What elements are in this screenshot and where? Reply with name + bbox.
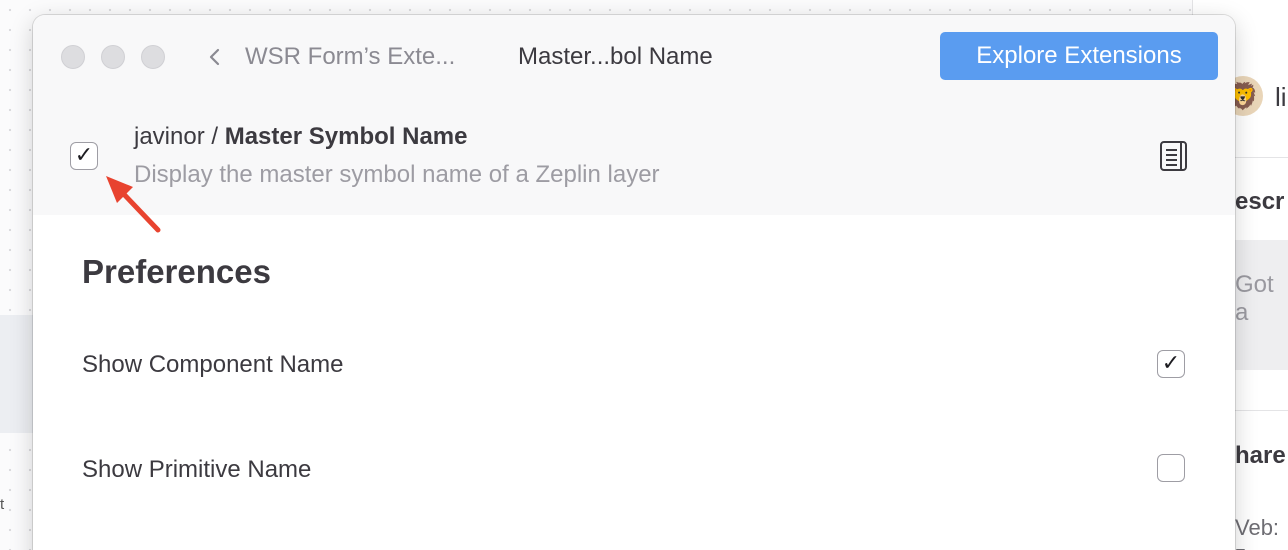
checkmark-icon: ✓ [74, 143, 94, 168]
share-heading-fragment: hare [1235, 442, 1286, 469]
user-name-fragment: li [1275, 82, 1287, 112]
annotation-arrow-icon [106, 176, 161, 233]
preferences-heading: Preferences [82, 253, 271, 290]
show-component-name-checkbox[interactable]: ✓ [1157, 350, 1185, 378]
modal-header: WSR Form’s Exte... Master...bol Name Exp… [33, 15, 1235, 215]
breadcrumb-current: Master...bol Name [518, 43, 713, 70]
comment-placeholder-fragment: Got a [1235, 271, 1274, 326]
extension-description: Display the master symbol name of a Zepl… [134, 161, 660, 188]
web-link-fragment: Veb: z [1235, 515, 1280, 550]
document-icon[interactable] [1159, 140, 1189, 172]
extension-author: javinor [134, 123, 205, 150]
canvas-text-fragment: t [0, 496, 5, 513]
description-heading-fragment: escr [1235, 188, 1285, 215]
close-window-button[interactable] [61, 45, 85, 69]
title-separator: / [204, 123, 225, 150]
explore-extensions-button[interactable]: Explore Extensions [940, 32, 1218, 80]
checkmark-icon: ✓ [1161, 351, 1181, 376]
breadcrumb-parent-link[interactable]: WSR Form’s Exte... [245, 43, 455, 71]
preference-label-component: Show Component Name [82, 351, 344, 378]
minimize-window-button[interactable] [101, 45, 125, 69]
extension-modal: WSR Form’s Exte... Master...bol Name Exp… [33, 15, 1235, 550]
extension-title: javinor / Master Symbol Name [134, 123, 467, 151]
show-primitive-name-checkbox[interactable] [1157, 454, 1185, 482]
extension-enabled-checkbox[interactable]: ✓ [70, 142, 98, 170]
zoom-window-button[interactable] [141, 45, 165, 69]
extension-name: Master Symbol Name [224, 123, 468, 150]
preference-label-primitive: Show Primitive Name [82, 456, 312, 483]
chevron-left-icon[interactable] [205, 45, 225, 69]
